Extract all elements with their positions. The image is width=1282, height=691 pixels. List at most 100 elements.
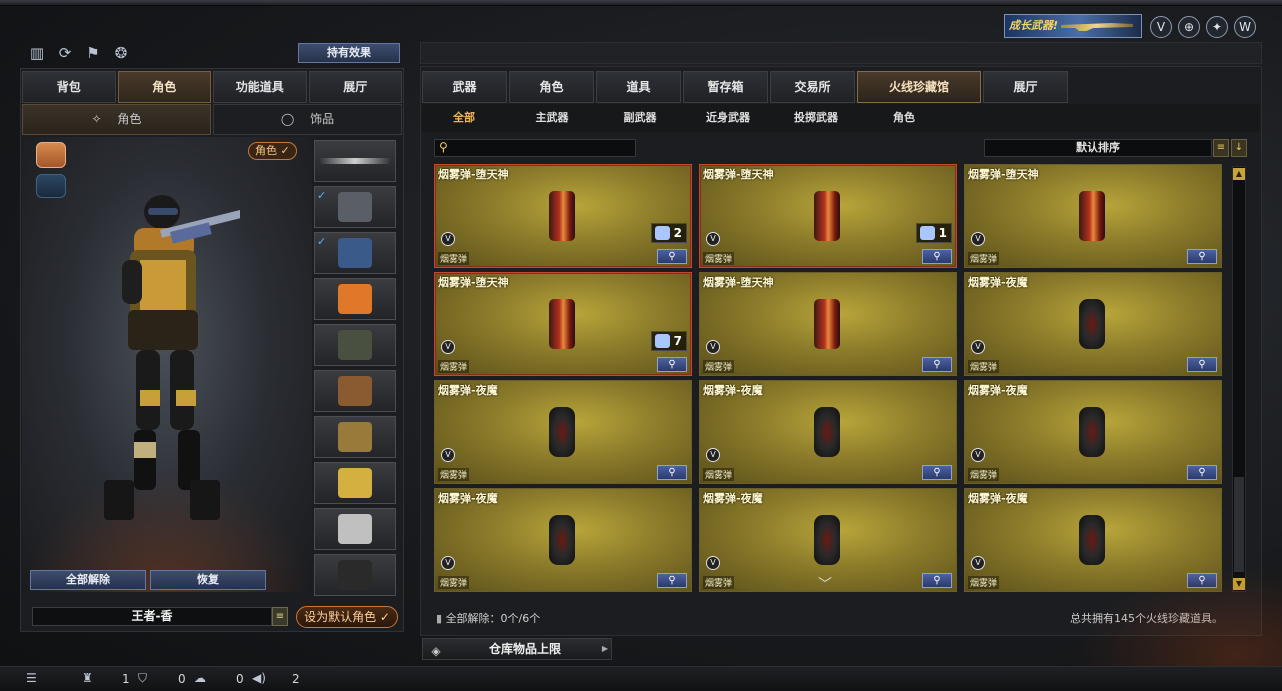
character-view-icon[interactable] bbox=[36, 142, 66, 168]
slot-sniper-rifle[interactable] bbox=[314, 140, 396, 182]
search-input[interactable]: ⚲ bbox=[434, 139, 636, 157]
stats-icon[interactable]: ▥ bbox=[26, 42, 48, 64]
left-tab-3[interactable]: 展厅 bbox=[308, 71, 402, 103]
magnify-icon[interactable]: ⚲ bbox=[1187, 357, 1217, 372]
scroll-up-icon[interactable]: ▲ bbox=[1233, 168, 1245, 180]
left-tab-2[interactable]: 功能道具 bbox=[213, 71, 307, 103]
slot-item-image bbox=[338, 468, 372, 498]
slot-pouch[interactable] bbox=[314, 370, 396, 412]
item-card[interactable]: 烟雾弹-堕天神 V 烟雾弹 ⚲ 1 bbox=[699, 164, 957, 268]
magnify-icon[interactable]: ⚲ bbox=[922, 573, 952, 588]
warehouse-limit-button[interactable]: ◈ 仓库物品上限 ▶ bbox=[422, 638, 612, 660]
right-tab-2[interactable]: 道具 bbox=[596, 71, 681, 103]
slot-ammo-belt[interactable] bbox=[314, 416, 396, 458]
magnify-icon[interactable]: ⚲ bbox=[657, 357, 687, 372]
right-tab-6[interactable]: 展厅 bbox=[983, 71, 1068, 103]
clear-all-summary: ▮ 全部解除：0个/6个 bbox=[436, 610, 540, 626]
scroll-down-icon[interactable]: ▼ bbox=[1233, 578, 1245, 590]
refresh-icon[interactable]: ⟳ bbox=[54, 42, 76, 64]
shield-icon[interactable]: ⛉ bbox=[138, 671, 147, 686]
slot-helmet[interactable]: ✓ bbox=[314, 186, 396, 228]
magnify-icon[interactable]: ⚲ bbox=[657, 573, 687, 588]
item-card[interactable]: 烟雾弹-夜魔 V 烟雾弹 ⚲ bbox=[964, 488, 1222, 592]
slot-goggles[interactable]: ✓ bbox=[314, 232, 396, 274]
item-name: 烟雾弹-堕天神 bbox=[703, 276, 774, 289]
set-default-character-button[interactable]: 设为默认角色 ✓ bbox=[296, 606, 398, 628]
magnify-icon[interactable]: ⚲ bbox=[1187, 573, 1217, 588]
right-tab-4[interactable]: 交易所 bbox=[770, 71, 855, 103]
right-subtab-2[interactable]: 副武器 bbox=[600, 104, 680, 132]
right-tab-0[interactable]: 武器 bbox=[422, 71, 507, 103]
slot-silver-dragon[interactable] bbox=[314, 508, 396, 550]
right-subtab-5[interactable]: 角色 bbox=[864, 104, 944, 132]
sort-list-icon[interactable]: ≡ bbox=[1213, 139, 1229, 157]
hold-effect-button[interactable]: 持有效果 bbox=[298, 43, 400, 63]
accessory-view-icon[interactable] bbox=[36, 174, 66, 198]
item-card[interactable]: 烟雾弹-堕天神 V 烟雾弹 ⚲ 2 bbox=[434, 164, 692, 268]
right-subtab-3[interactable]: 近身武器 bbox=[688, 104, 768, 132]
run-icon[interactable]: ⚑ bbox=[82, 42, 104, 64]
scroll-thumb[interactable] bbox=[1234, 477, 1244, 572]
item-name: 烟雾弹-夜魔 bbox=[438, 492, 498, 505]
right-tab-5[interactable]: 火线珍藏馆 bbox=[857, 71, 981, 103]
chat-count: 0 bbox=[236, 672, 244, 686]
item-type: 烟雾弹 bbox=[438, 468, 470, 481]
slot-pumpkin-doll[interactable] bbox=[314, 278, 396, 320]
team-icon[interactable]: ♜ bbox=[82, 671, 93, 685]
grow-weapon-promo-banner[interactable]: 成长武器! bbox=[1004, 14, 1142, 38]
character-name-field[interactable]: 王者-香 bbox=[32, 607, 272, 626]
right-tab-3[interactable]: 暂存箱 bbox=[683, 71, 768, 103]
item-card[interactable]: 烟雾弹-夜魔 V 烟雾弹 ⚲ bbox=[964, 272, 1222, 376]
medal-icon[interactable]: ✦ bbox=[1206, 16, 1228, 38]
left-subtab-1[interactable]: ◯ 饰品 bbox=[213, 104, 402, 135]
v-rank-icon: V bbox=[706, 340, 720, 354]
magnify-icon[interactable]: ⚲ bbox=[657, 465, 687, 480]
clear-all-button[interactable]: 全部解除 bbox=[30, 570, 146, 590]
grenade-image bbox=[1079, 515, 1105, 565]
slot-golden-dragon[interactable] bbox=[314, 462, 396, 504]
crosshair-icon[interactable]: ⊕ bbox=[1178, 16, 1200, 38]
left-subtab-0[interactable]: ✧ 角色 bbox=[22, 104, 211, 135]
item-card[interactable]: 烟雾弹-夜魔 V 烟雾弹 ⚲ bbox=[964, 380, 1222, 484]
chat-icon[interactable]: ☁ bbox=[194, 671, 206, 685]
character-list-button[interactable]: ≡ bbox=[272, 607, 288, 626]
sort-dropdown[interactable]: 默认排序 bbox=[984, 139, 1212, 157]
magnify-icon[interactable]: ⚲ bbox=[1187, 249, 1217, 264]
magnify-icon[interactable]: ⚲ bbox=[922, 357, 952, 372]
character-badge[interactable]: 角色 ✓ bbox=[248, 142, 297, 160]
slot-empty[interactable] bbox=[314, 554, 396, 596]
chevron-down-icon[interactable]: ﹀ bbox=[818, 574, 832, 594]
v-rank-icon: V bbox=[441, 448, 455, 462]
w-logo-icon[interactable]: W bbox=[1234, 16, 1256, 38]
total-owned-text: 总共拥有145个火线珍藏道具。 bbox=[1070, 612, 1223, 625]
item-card[interactable]: 烟雾弹-夜魔 V 烟雾弹 ⚲ bbox=[434, 488, 692, 592]
item-card[interactable]: 烟雾弹-堕天神 V 烟雾弹 ⚲ 7 bbox=[434, 272, 692, 376]
restore-button[interactable]: 恢复 bbox=[150, 570, 266, 590]
sort-direction-icon[interactable]: ↓ bbox=[1231, 139, 1247, 157]
right-subtab-1[interactable]: 主武器 bbox=[512, 104, 592, 132]
left-tab-1[interactable]: 角色 bbox=[117, 71, 211, 103]
speaker-icon[interactable]: ◀) bbox=[252, 671, 266, 685]
grid-scrollbar[interactable]: ▲ ▼ bbox=[1232, 166, 1246, 592]
item-card[interactable]: 烟雾弹-堕天神 V 烟雾弹 ⚲ bbox=[699, 272, 957, 376]
left-tab-0[interactable]: 背包 bbox=[22, 71, 116, 103]
magnify-icon[interactable]: ⚲ bbox=[657, 249, 687, 264]
right-subtab-0[interactable]: 全部 bbox=[424, 104, 504, 132]
money-bag-icon[interactable]: ❂ bbox=[110, 42, 132, 64]
magnify-icon[interactable]: ⚲ bbox=[922, 249, 952, 264]
item-card[interactable]: 烟雾弹-夜魔 V 烟雾弹 ⚲ bbox=[699, 380, 957, 484]
right-tab-1[interactable]: 角色 bbox=[509, 71, 594, 103]
item-card[interactable]: 烟雾弹-堕天神 V 烟雾弹 ⚲ bbox=[964, 164, 1222, 268]
equipment-slots: ✓ ✓ bbox=[314, 140, 398, 600]
item-card[interactable]: 烟雾弹-夜魔 V 烟雾弹 ⚲ bbox=[434, 380, 692, 484]
list-icon[interactable]: ☰ bbox=[26, 671, 37, 685]
item-name: 烟雾弹-堕天神 bbox=[968, 168, 1039, 181]
promo-text: 成长武器! bbox=[1009, 19, 1059, 32]
slot-backpack[interactable] bbox=[314, 324, 396, 366]
right-subtab-4[interactable]: 投掷武器 bbox=[776, 104, 856, 132]
magnify-icon[interactable]: ⚲ bbox=[922, 465, 952, 480]
character-figure bbox=[104, 195, 240, 520]
shield-v-icon[interactable]: V bbox=[1150, 16, 1172, 38]
magnify-icon[interactable]: ⚲ bbox=[1187, 465, 1217, 480]
left-sub-tabs: ✧ 角色 ◯ 饰品 bbox=[22, 104, 402, 135]
